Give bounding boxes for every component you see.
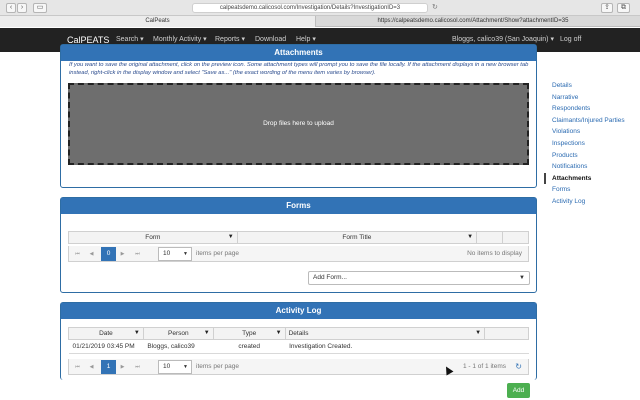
tab-attachment[interactable]: https://calpeatsdemo.calicosol.com/Attac…	[318, 16, 628, 27]
prev-page-icon[interactable]: ◀	[86, 362, 97, 373]
add-form-select[interactable]: Add Form... ▼	[308, 271, 530, 285]
col-type[interactable]: Type ▼	[212, 327, 286, 340]
col-form-title[interactable]: Form Title ▼	[236, 231, 478, 244]
sidenav-inspections[interactable]: Inspections	[544, 138, 634, 150]
browser-toolbar: ‹ › ▭ calpeatsdemo.calicosol.com/Investi…	[0, 0, 640, 16]
page-size-value: 10	[163, 250, 171, 257]
last-page-icon[interactable]: ⏭	[132, 362, 143, 373]
sidenav-notifications[interactable]: Notifications	[544, 161, 634, 173]
col-empty	[502, 231, 529, 244]
file-dropzone[interactable]: Drop files here to upload	[68, 83, 529, 165]
col-type-label: Type	[242, 330, 257, 337]
add-activity-button[interactable]: Add	[507, 383, 530, 398]
section-sidenav: Details Narrative Respondents Claimants/…	[544, 80, 634, 208]
tab-calpeats[interactable]: CalPeats	[0, 16, 316, 27]
sidenav-products[interactable]: Products	[544, 150, 634, 162]
filter-icon[interactable]: ▼	[475, 330, 481, 336]
cell-actions	[484, 339, 529, 354]
page-size-value: 10	[163, 363, 171, 370]
nav-logoff[interactable]: Log off	[560, 28, 581, 52]
col-empty	[476, 231, 504, 244]
sidenav-attachments[interactable]: Attachments	[544, 172, 634, 185]
attachments-panel: Attachments If you want to save the orig…	[60, 44, 537, 188]
address-bar[interactable]: calpeatsdemo.calicosol.com/Investigation…	[192, 3, 428, 13]
share-icon[interactable]: ⇪	[601, 3, 613, 13]
cell-date: 01/21/2019 03:45 PM	[68, 339, 144, 354]
sidenav-forms[interactable]: Forms	[544, 184, 634, 196]
cell-details: Investigation Created.	[285, 339, 485, 354]
attachments-title: Attachments	[61, 45, 536, 61]
col-person-label: Person	[168, 330, 189, 337]
sidenav-activity-log[interactable]: Activity Log	[544, 196, 634, 208]
add-form-label: Add Form...	[313, 274, 347, 281]
col-date[interactable]: Date ▼	[68, 327, 144, 340]
next-page-icon[interactable]: ▶	[117, 249, 128, 260]
filter-icon[interactable]: ▼	[204, 330, 210, 336]
refresh-icon[interactable]: ↻	[515, 359, 522, 375]
col-form-title-label: Form Title	[342, 234, 372, 241]
col-person[interactable]: Person ▼	[142, 327, 214, 340]
filter-icon[interactable]: ▼	[134, 330, 140, 336]
filter-icon[interactable]: ▼	[276, 330, 282, 336]
col-details-label: Details	[288, 330, 309, 337]
current-page[interactable]: 1	[101, 360, 116, 374]
items-per-page-label: items per page	[196, 363, 239, 370]
forms-table-header: Form ▼ Form Title ▼	[68, 231, 529, 244]
activity-pager: ⏮ ◀ 1 ▶ ⏭ 10 ▼ items per page 1 - 1 of 1 …	[68, 359, 529, 375]
forms-table: Form ▼ Form Title ▼	[68, 231, 529, 244]
last-page-icon[interactable]: ⏭	[132, 249, 143, 260]
sidebar-icon[interactable]: ▭	[33, 3, 47, 13]
col-form[interactable]: Form ▼	[68, 231, 238, 244]
sidenav-narrative[interactable]: Narrative	[544, 92, 634, 104]
page-size-select[interactable]: 10 ▼	[158, 360, 192, 374]
col-form-label: Form	[145, 234, 161, 241]
pager-status: No items to display	[467, 250, 522, 257]
sidenav-respondents[interactable]: Respondents	[544, 103, 634, 115]
prev-page-icon[interactable]: ◀	[86, 249, 97, 260]
current-page[interactable]: 0	[101, 247, 116, 261]
items-per-page-label: items per page	[196, 250, 239, 257]
caret-down-icon: ▼	[183, 364, 188, 370]
caret-down-icon: ▼	[183, 251, 188, 257]
cell-type: created	[213, 339, 286, 354]
activity-table-header: Date ▼ Person ▼ Type ▼ Details ▼	[68, 327, 529, 340]
forms-title: Forms	[61, 198, 536, 214]
col-details[interactable]: Details ▼	[284, 327, 486, 340]
sidenav-claimants[interactable]: Claimants/Injured Parties	[544, 115, 634, 127]
first-page-icon[interactable]: ⏮	[72, 249, 83, 260]
col-date-label: Date	[99, 330, 113, 337]
sidenav-violations[interactable]: Violations	[544, 126, 634, 138]
first-page-icon[interactable]: ⏮	[72, 362, 83, 373]
activity-table: Date ▼ Person ▼ Type ▼ Details ▼ 01/21/2019 …	[68, 327, 529, 354]
table-row[interactable]: 01/21/2019 03:45 PM Bloggs, calico39 cre…	[68, 339, 529, 354]
tabs-icon[interactable]: ⧉	[617, 3, 630, 13]
forms-pager: ⏮ ◀ 0 ▶ ⏭ 10 ▼ items per page No items to…	[68, 246, 529, 262]
tab-bar: CalPeats https://calpeatsdemo.calicosol.…	[0, 16, 640, 27]
col-empty	[484, 327, 529, 340]
filter-icon[interactable]: ▼	[228, 234, 234, 240]
reload-icon[interactable]: ↻	[432, 3, 438, 11]
caret-down-icon: ▼	[519, 275, 525, 281]
cell-person: Bloggs, calico39	[143, 339, 214, 354]
page-size-select[interactable]: 10 ▼	[158, 247, 192, 261]
next-page-icon[interactable]: ▶	[117, 362, 128, 373]
attachments-note: If you want to save the original attachm…	[69, 62, 529, 76]
activity-log-title: Activity Log	[61, 303, 536, 319]
activity-log-panel: Activity Log Date ▼ Person ▼ Type ▼ Details…	[60, 302, 537, 380]
filter-icon[interactable]: ▼	[467, 234, 473, 240]
pager-status: 1 - 1 of 1 items	[463, 363, 506, 370]
forms-panel: Forms Form ▼ Form Title ▼ ⏮ ◀ 0 ▶ ⏭ 10 ▼ it…	[60, 197, 537, 293]
sidenav-details[interactable]: Details	[544, 80, 634, 92]
back-icon[interactable]: ‹	[6, 3, 16, 13]
forward-icon[interactable]: ›	[17, 3, 27, 13]
